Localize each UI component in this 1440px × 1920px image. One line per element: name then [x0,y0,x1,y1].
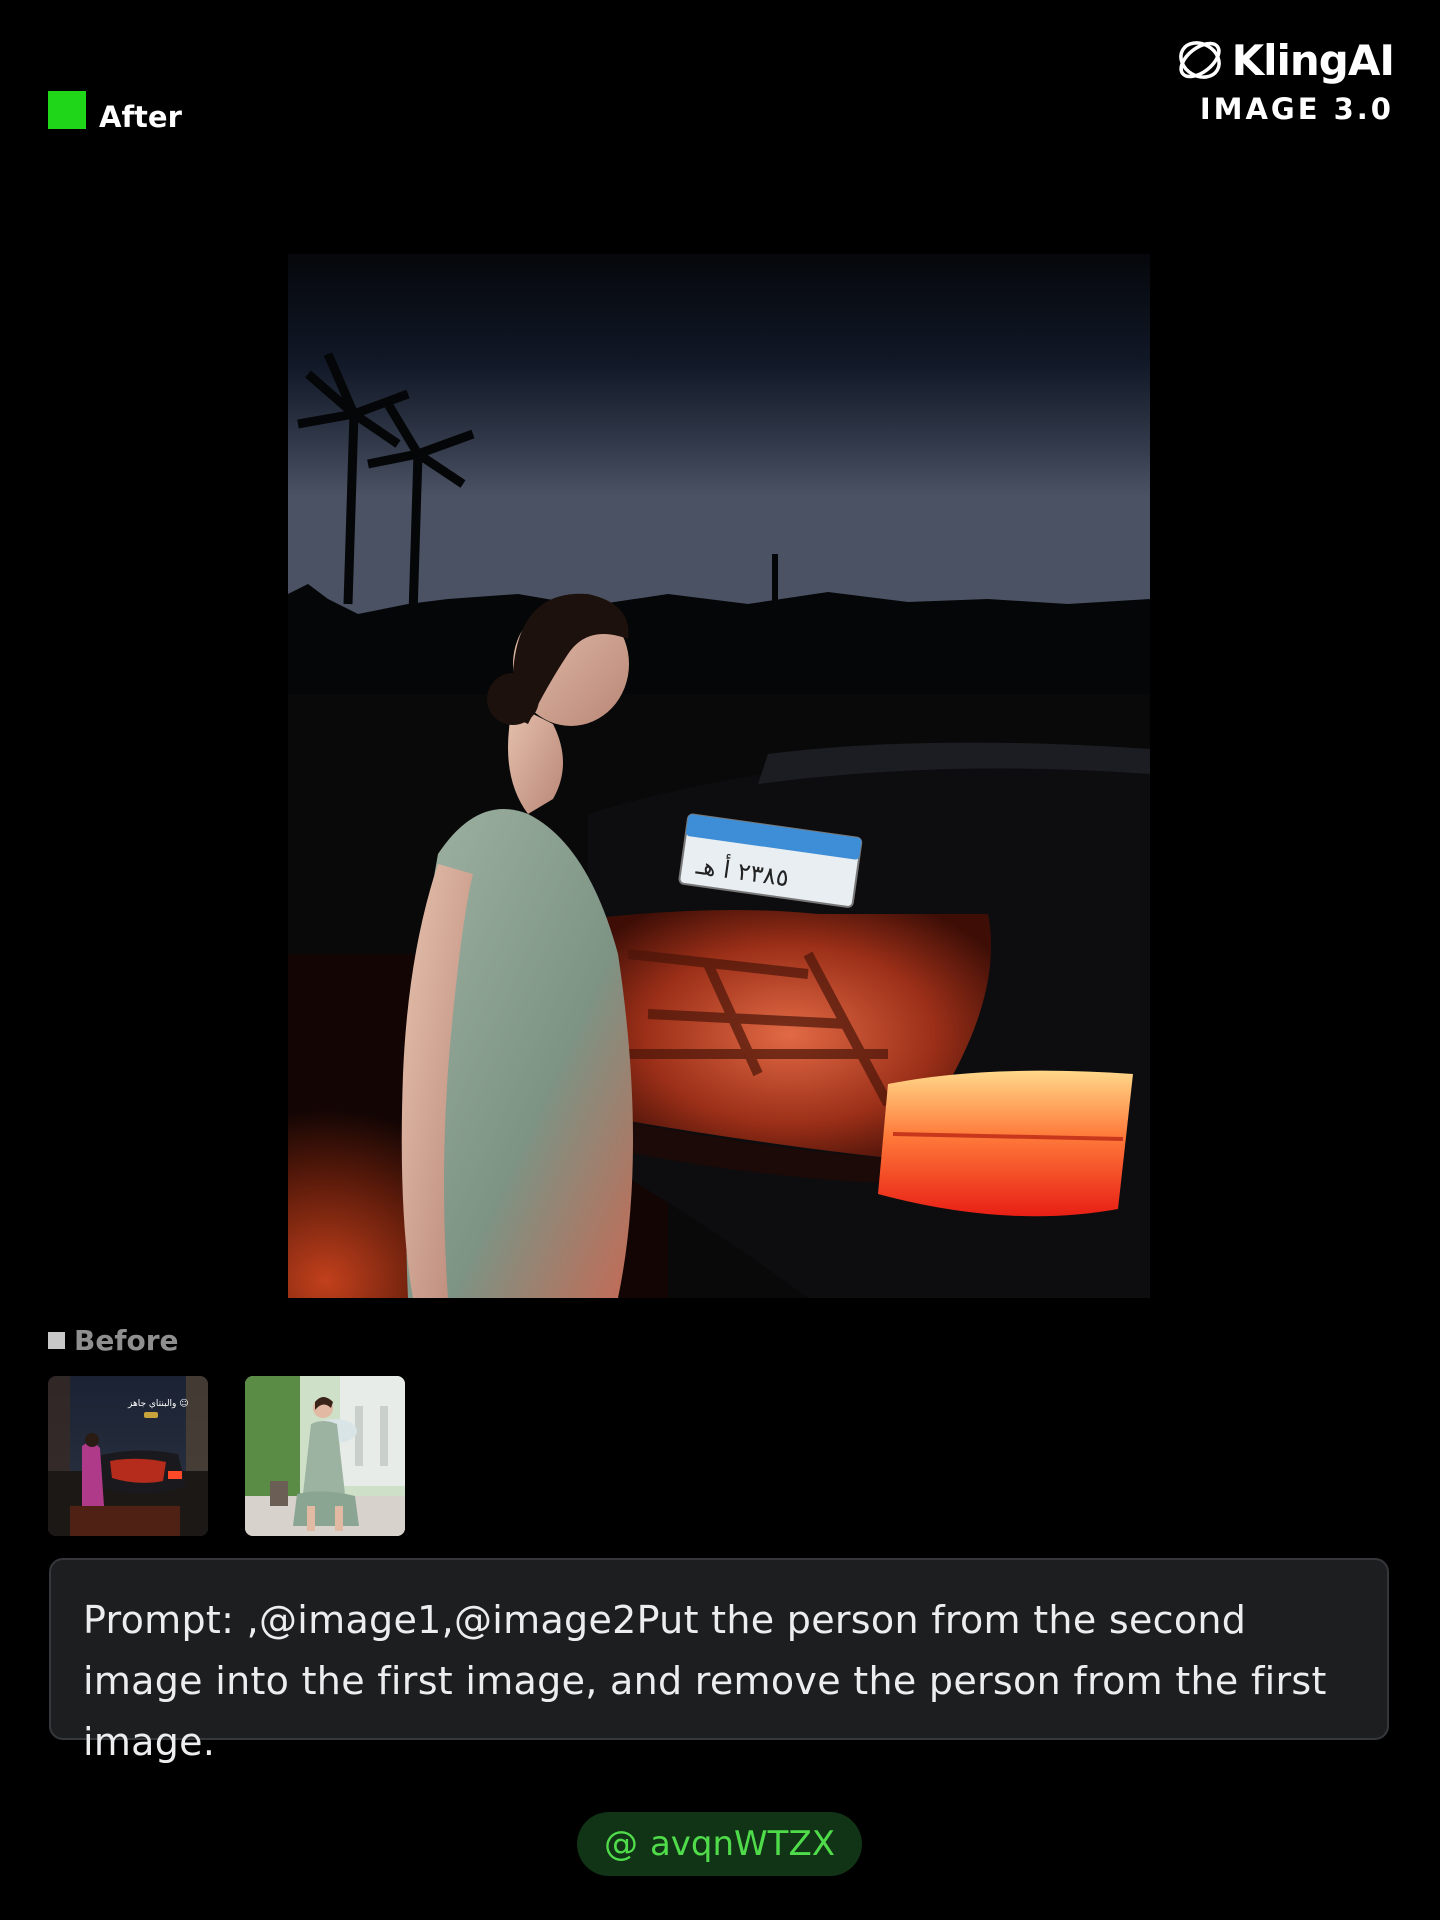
before-thumbnail-2[interactable] [245,1376,405,1536]
main-result-image: ٢٣٨٥ أ هـ [288,254,1150,1298]
after-tag: After [48,86,182,134]
after-label: After [99,100,182,134]
user-handle: avqnWTZX [649,1824,836,1864]
before-tag: Before [48,1324,179,1357]
brand-subtitle: IMAGE 3.0 [1199,92,1394,126]
brand-block: KlingAI IMAGE 3.0 [1174,34,1395,126]
thumbnail-caption: والبنتاي جاهز ☺ [127,1398,189,1409]
before-thumbnail-1[interactable]: والبنتاي جاهز ☺ [48,1376,208,1536]
prompt-text: Prompt: ,@image1,@image2Put the person f… [83,1598,1327,1764]
at-symbol: @ [603,1824,638,1864]
before-label: Before [74,1324,179,1357]
prompt-box: Prompt: ,@image1,@image2Put the person f… [49,1558,1389,1764]
kling-logo-icon [1178,41,1221,79]
user-handle-pill[interactable]: @ avqnWTZX [577,1812,862,1876]
before-swatch [48,1332,65,1349]
after-swatch [48,91,86,129]
brand-name: KlingAI [1231,35,1395,85]
